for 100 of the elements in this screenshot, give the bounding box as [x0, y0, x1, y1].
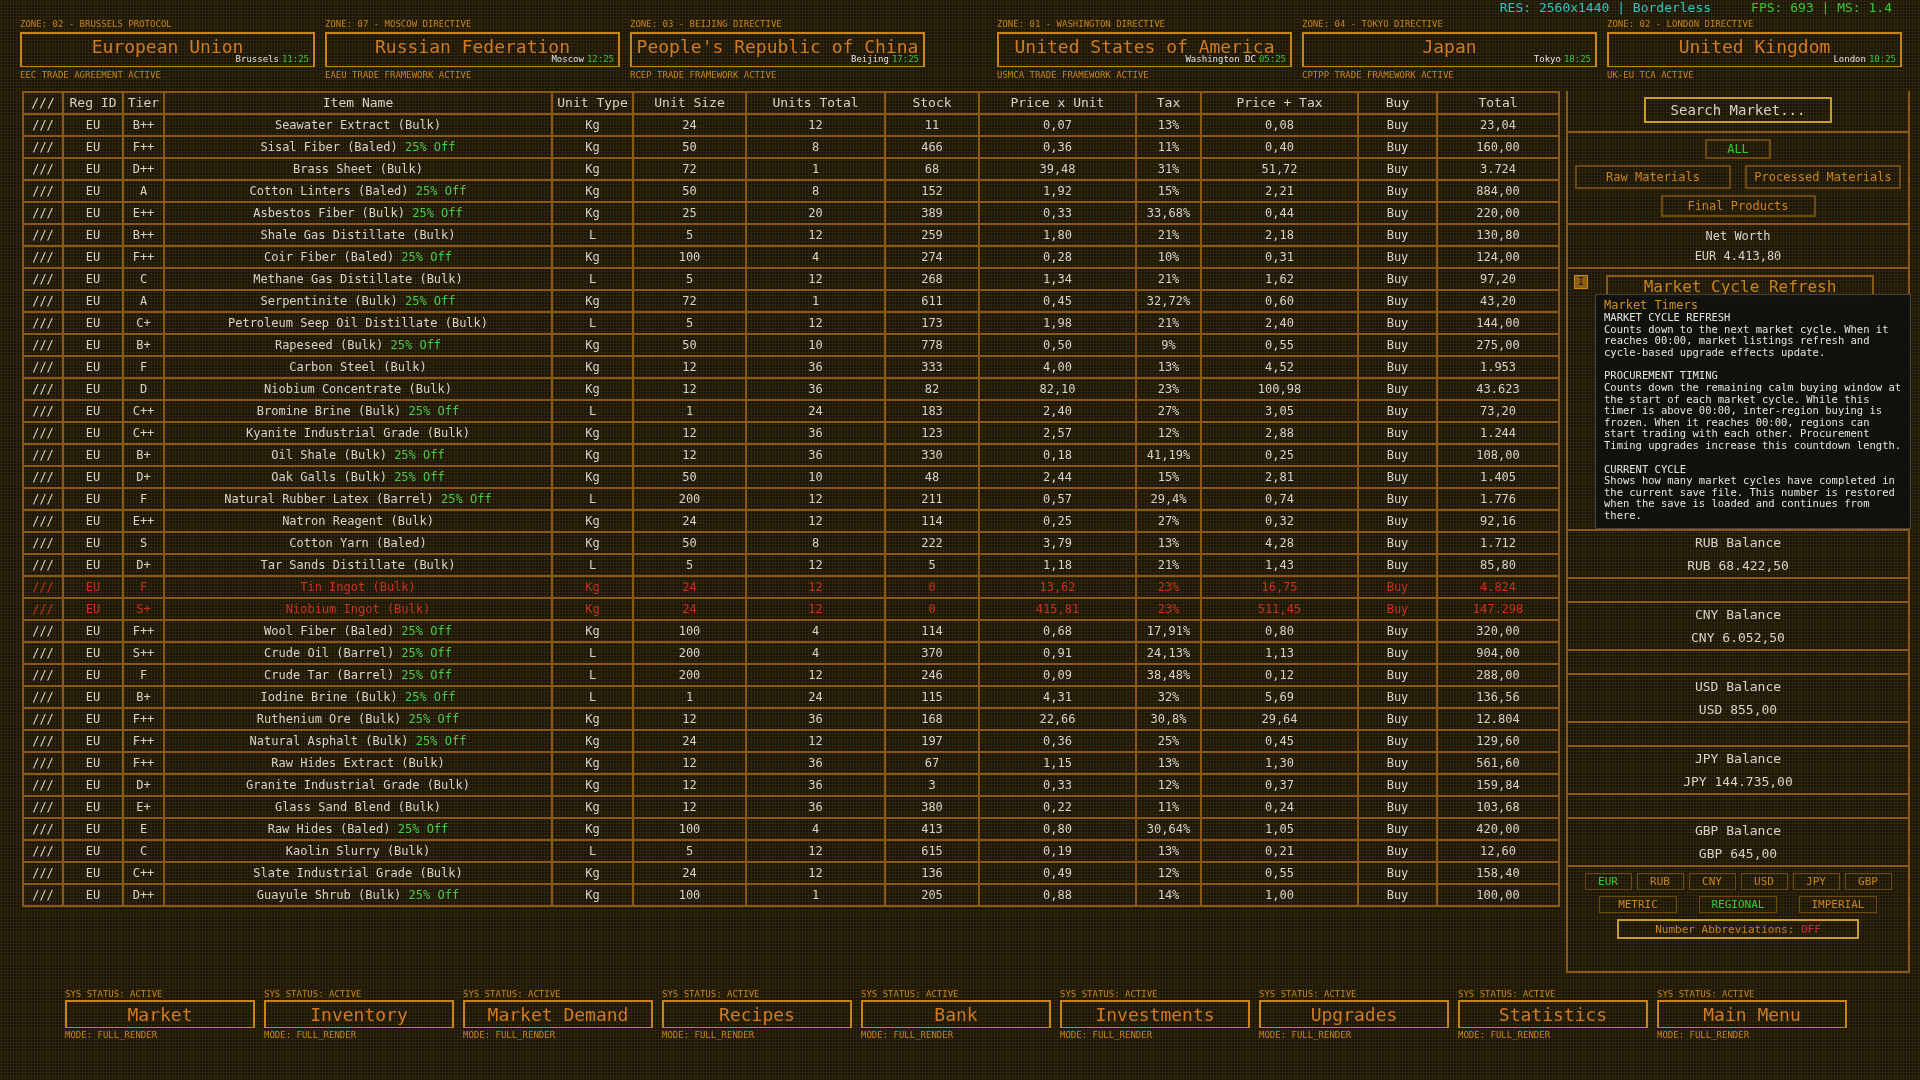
nav-button[interactable]: Main Menu [1657, 1000, 1847, 1028]
table-cell: 1,05 [1201, 818, 1358, 840]
buy-button[interactable]: Buy [1386, 316, 1409, 330]
buy-button[interactable]: Buy [1386, 734, 1409, 748]
buy-button[interactable]: Buy [1386, 382, 1409, 396]
region-panel[interactable]: European Union Brussels 11:25 [20, 32, 315, 67]
region-panel[interactable]: People's Republic of China Beijing 17:25 [630, 32, 925, 67]
table-cell: EU [63, 334, 123, 356]
region-panel[interactable]: Russian Federation Moscow 12:25 [325, 32, 620, 67]
item-name-cell: Kaolin Slurry (Bulk) [164, 840, 552, 862]
buy-button[interactable]: Buy [1386, 118, 1409, 132]
table-cell: 1.244 [1437, 422, 1559, 444]
buy-button[interactable]: Buy [1386, 844, 1409, 858]
item-name-cell: Coir Fiber (Baled) 25% Off [164, 246, 552, 268]
currency-button[interactable]: RUB [1636, 873, 1684, 890]
region-panel[interactable]: Japan Tokyo 18:25 [1302, 32, 1597, 67]
table-cell: 73,20 [1437, 400, 1559, 422]
table-cell: 8 [746, 136, 885, 158]
table-cell: 15% [1136, 180, 1201, 202]
table-cell: 1 [633, 686, 746, 708]
region-panel[interactable]: United Kingdom London 10:25 [1607, 32, 1902, 67]
buy-button[interactable]: Buy [1386, 294, 1409, 308]
buy-button[interactable]: Buy [1386, 492, 1409, 506]
table-cell: L [552, 664, 633, 686]
table-cell: EU [63, 444, 123, 466]
table-cell: 5 [885, 554, 979, 576]
table-cell: EU [63, 422, 123, 444]
table-cell: 100 [633, 246, 746, 268]
abbreviation-toggle[interactable]: Number Abbreviations: OFF [1617, 919, 1859, 939]
buy-button[interactable]: Buy [1386, 558, 1409, 572]
table-cell: 11% [1136, 796, 1201, 818]
buy-button[interactable]: Buy [1386, 338, 1409, 352]
nav-button[interactable]: Recipes [662, 1000, 852, 1028]
table-cell: 0,45 [979, 290, 1136, 312]
currency-button[interactable]: USD [1740, 873, 1788, 890]
table-cell: EU [63, 224, 123, 246]
buy-button[interactable]: Buy [1386, 536, 1409, 550]
table-cell: L [552, 840, 633, 862]
table-cell: 3,05 [1201, 400, 1358, 422]
currency-button[interactable]: EUR [1584, 873, 1632, 890]
table-cell: 222 [885, 532, 979, 554]
buy-button[interactable]: Buy [1386, 184, 1409, 198]
table-cell: Kg [552, 334, 633, 356]
buy-button[interactable]: Buy [1386, 800, 1409, 814]
table-cell: 36 [746, 774, 885, 796]
nav-button[interactable]: Market Demand [463, 1000, 653, 1028]
filter-button[interactable]: ALL [1705, 139, 1771, 159]
table-cell: /// [23, 532, 63, 554]
search-field[interactable]: Search Market... [1644, 97, 1832, 123]
buy-button[interactable]: Buy [1386, 822, 1409, 836]
buy-button[interactable]: Buy [1386, 756, 1409, 770]
unit-button[interactable]: METRIC [1599, 896, 1677, 913]
filter-button[interactable]: Processed Materials [1745, 165, 1901, 189]
buy-button[interactable]: Buy [1386, 888, 1409, 902]
buy-button[interactable]: Buy [1386, 514, 1409, 528]
buy-button[interactable]: Buy [1386, 646, 1409, 660]
buy-button[interactable]: Buy [1386, 778, 1409, 792]
table-cell: F [123, 576, 164, 598]
table-cell: 31% [1136, 158, 1201, 180]
buy-button[interactable]: Buy [1386, 712, 1409, 726]
buy-button[interactable]: Buy [1386, 690, 1409, 704]
region-panel[interactable]: United States of America Washington DC 05:25 [997, 32, 1292, 67]
buy-button[interactable]: Buy [1386, 140, 1409, 154]
unit-button[interactable]: IMPERIAL [1799, 896, 1877, 913]
nav-button[interactable]: Investments [1060, 1000, 1250, 1028]
filter-button[interactable]: Raw Materials [1575, 165, 1731, 189]
table-cell: 147.298 [1437, 598, 1559, 620]
filter-button[interactable]: Final Products [1660, 195, 1816, 217]
table-cell: 13% [1136, 532, 1201, 554]
buy-button[interactable]: Buy [1386, 206, 1409, 220]
table-cell: 21% [1136, 268, 1201, 290]
buy-button[interactable]: Buy [1386, 404, 1409, 418]
item-name-cell: Slate Industrial Grade (Bulk) [164, 862, 552, 884]
buy-button[interactable]: Buy [1386, 250, 1409, 264]
local-time: 18:25 [1563, 54, 1591, 64]
buy-button[interactable]: Buy [1386, 668, 1409, 682]
buy-button[interactable]: Buy [1386, 470, 1409, 484]
nav-button[interactable]: Bank [861, 1000, 1051, 1028]
table-cell: L [552, 488, 633, 510]
buy-button[interactable]: Buy [1386, 426, 1409, 440]
nav-button[interactable]: Inventory [264, 1000, 454, 1028]
column-header: Stock [885, 92, 979, 114]
buy-button[interactable]: Buy [1386, 866, 1409, 880]
buy-button[interactable]: Buy [1386, 448, 1409, 462]
buy-button[interactable]: Buy [1386, 624, 1409, 638]
buy-button[interactable]: Buy [1386, 228, 1409, 242]
unit-button[interactable]: REGIONAL [1699, 896, 1777, 913]
nav-button[interactable]: Market [65, 1000, 255, 1028]
nav-button[interactable]: Statistics [1458, 1000, 1648, 1028]
buy-button[interactable]: Buy [1386, 360, 1409, 374]
table-cell: 136,56 [1437, 686, 1559, 708]
mode-label: MODE: FULL_RENDER [1458, 1030, 1552, 1040]
buy-button[interactable]: Buy [1386, 162, 1409, 176]
nav-button[interactable]: Upgrades [1259, 1000, 1449, 1028]
currency-button[interactable]: CNY [1688, 873, 1736, 890]
table-cell: 2,40 [1201, 312, 1358, 334]
buy-button[interactable]: Buy [1386, 272, 1409, 286]
currency-button[interactable]: GBP [1844, 873, 1892, 890]
table-cell: 13,62 [979, 576, 1136, 598]
currency-button[interactable]: JPY [1792, 873, 1840, 890]
